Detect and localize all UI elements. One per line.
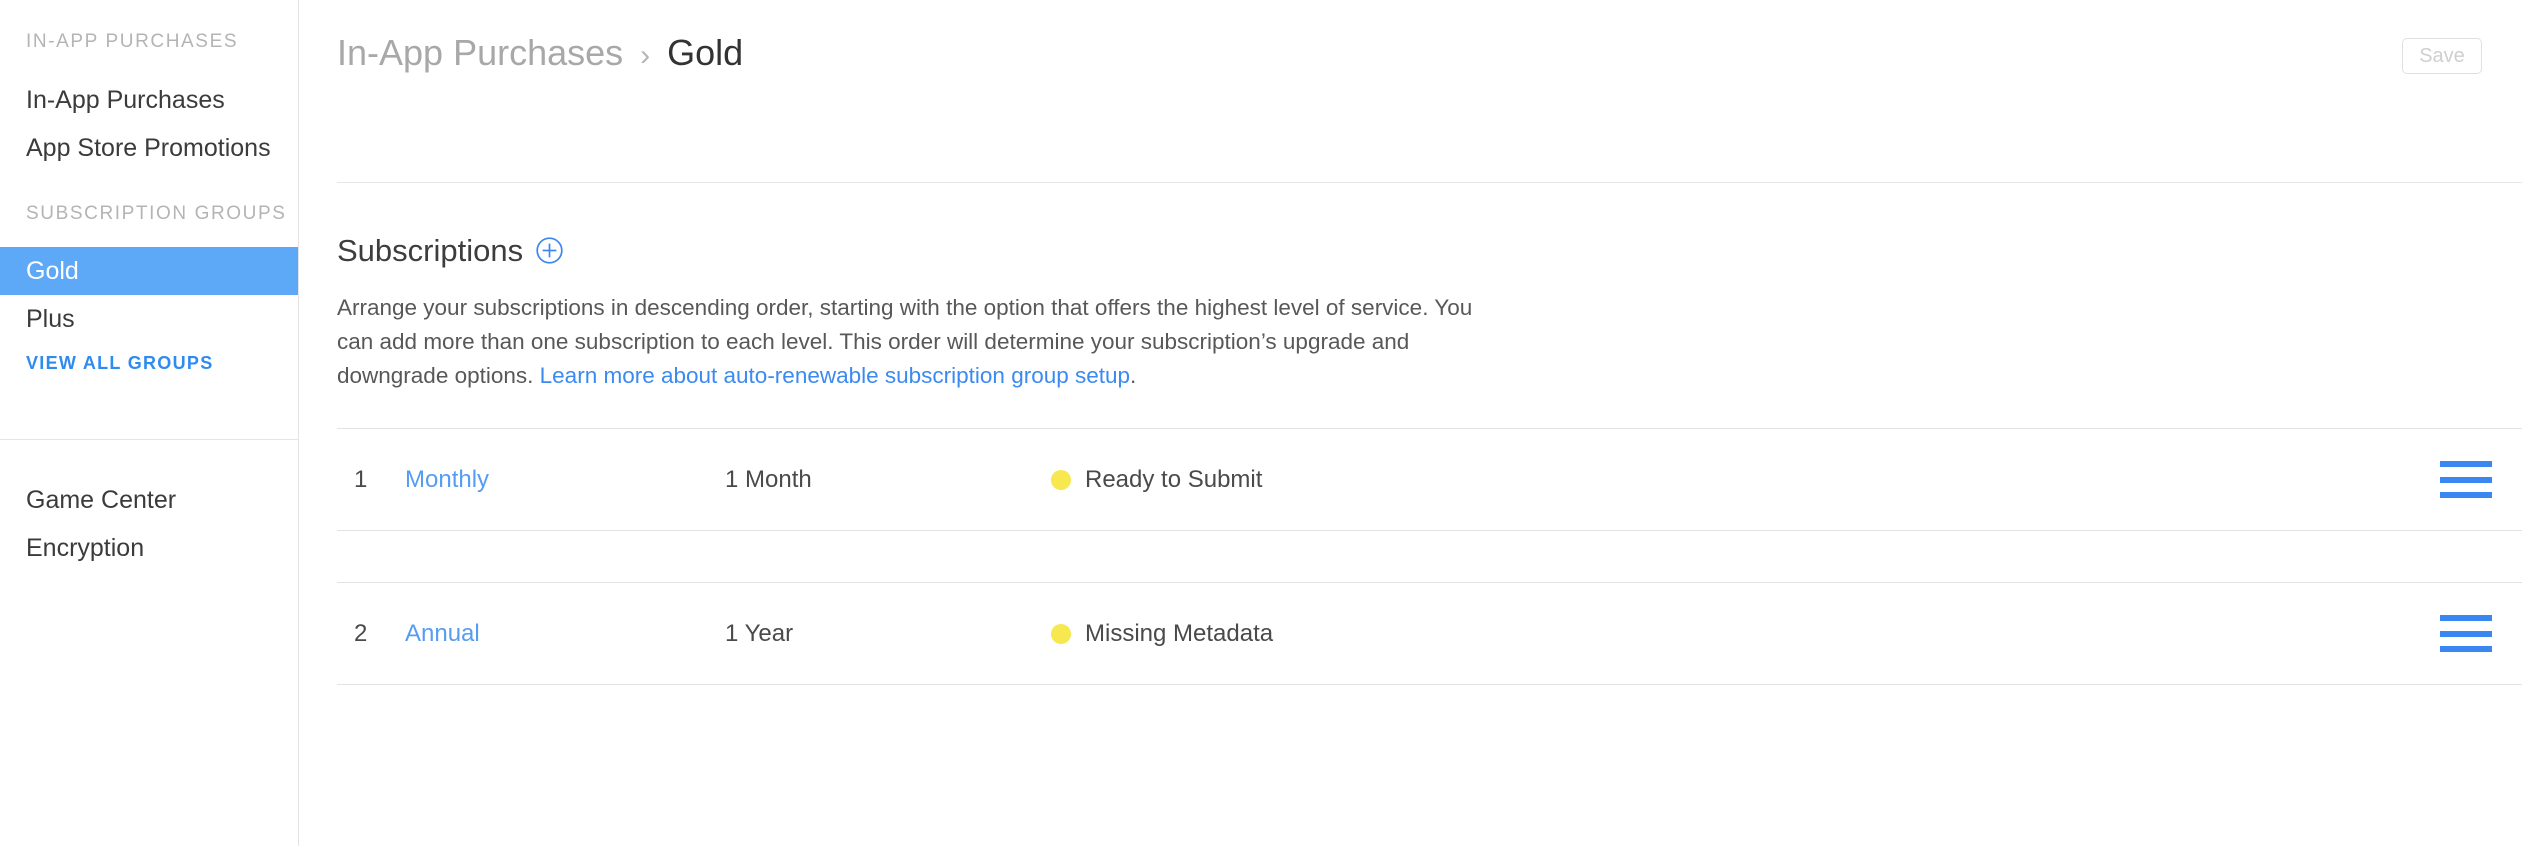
sidebar-item-encryption[interactable]: Encryption <box>0 524 298 572</box>
sidebar-item-label: Plus <box>26 304 75 333</box>
status-label: Ready to Submit <box>1085 465 1263 493</box>
save-button[interactable]: Save <box>2402 38 2482 74</box>
section-title: Subscriptions <box>337 233 524 268</box>
sidebar-view-all-groups-link[interactable]: VIEW ALL GROUPS <box>0 343 298 383</box>
subscriptions-table: 1 Monthly 1 Month Ready to Submit 2 Annu… <box>337 428 2522 685</box>
topbar: In-App Purchases › Gold Save <box>299 0 2522 183</box>
status-dot-icon <box>1051 469 1071 490</box>
drag-handle-icon[interactable] <box>2440 615 2492 652</box>
main-content: In-App Purchases › Gold Save Subscriptio… <box>299 0 2522 846</box>
status-badge: Ready to Submit <box>1051 466 2440 494</box>
sidebar-section-header-in-app-purchases: IN-APP PURCHASES <box>26 31 239 52</box>
section-description: Arrange your subscriptions in descending… <box>337 291 1513 393</box>
subscription-duration: 1 Month <box>725 465 812 493</box>
status-dot-icon <box>1051 623 1071 644</box>
table-row-divider <box>337 684 2522 685</box>
chevron-right-icon: › <box>640 39 651 72</box>
content-area: Subscriptions Arrange your subscriptions… <box>299 183 2522 685</box>
subscription-name-link[interactable]: Monthly <box>405 466 725 494</box>
sidebar-item-label: Game Center <box>26 485 177 514</box>
subscription-name-link[interactable]: Annual <box>405 620 725 648</box>
learn-more-link[interactable]: Learn more about auto-renewable subscrip… <box>540 363 1130 388</box>
sidebar-section-subscription-groups: SUBSCRIPTION GROUPS Gold Plus VIEW ALL G… <box>0 172 298 383</box>
table-row[interactable]: 2 Annual 1 Year Missing Metadata <box>337 583 2522 684</box>
app-root: IN-APP PURCHASES In-App Purchases App St… <box>0 0 2522 846</box>
header-divider <box>337 182 2522 183</box>
sidebar-item-label: Encryption <box>26 533 145 562</box>
drag-handle-icon[interactable] <box>2440 461 2492 498</box>
sidebar-item-in-app-purchases[interactable]: In-App Purchases <box>0 76 298 124</box>
page-title: Gold <box>667 32 744 73</box>
sidebar-section-in-app-purchases: IN-APP PURCHASES In-App Purchases App St… <box>0 0 298 172</box>
sidebar-section-other: Game Center Encryption <box>0 476 298 572</box>
status-label: Missing Metadata <box>1085 619 1274 647</box>
breadcrumb-parent-link[interactable]: In-App Purchases <box>337 32 623 74</box>
sidebar-section-header-subscription-groups: SUBSCRIPTION GROUPS <box>26 203 287 224</box>
section-header: Subscriptions <box>337 183 2522 266</box>
subscription-duration: 1 Year <box>725 619 794 647</box>
table-row[interactable]: 1 Monthly 1 Month Ready to Submit <box>337 429 2522 530</box>
row-index: 1 <box>354 465 368 493</box>
sidebar: IN-APP PURCHASES In-App Purchases App St… <box>0 0 299 846</box>
status-badge: Missing Metadata <box>1051 620 2440 648</box>
sidebar-item-plus[interactable]: Plus <box>0 295 298 343</box>
table-row-spacer <box>337 531 2522 582</box>
sidebar-item-app-store-promotions[interactable]: App Store Promotions <box>0 124 298 172</box>
sidebar-item-label: App Store Promotions <box>26 133 271 162</box>
sidebar-item-label: Gold <box>26 256 79 285</box>
sidebar-item-game-center[interactable]: Game Center <box>0 476 298 524</box>
sidebar-item-gold[interactable]: Gold <box>0 247 298 295</box>
row-index: 2 <box>354 619 368 647</box>
description-text-part2: . <box>1130 363 1137 388</box>
plus-circle-icon[interactable] <box>536 237 563 264</box>
sidebar-item-label: In-App Purchases <box>26 85 225 114</box>
breadcrumb: In-App Purchases › Gold <box>337 0 743 74</box>
